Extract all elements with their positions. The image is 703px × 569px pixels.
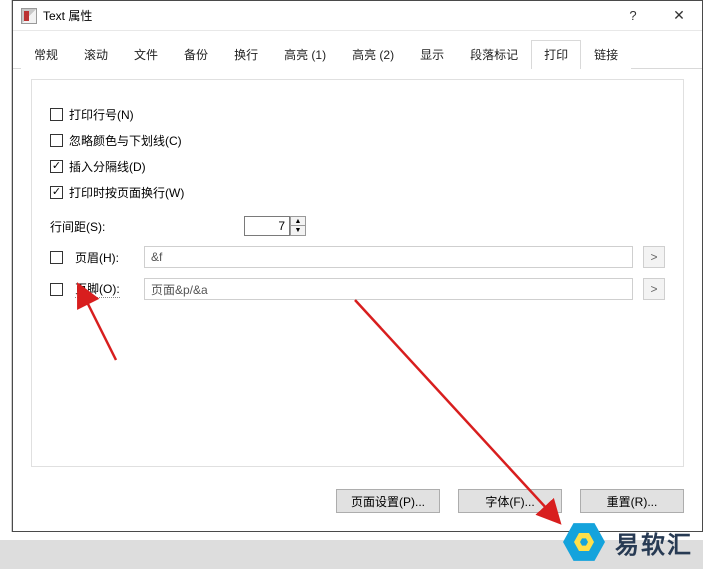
tabstrip: 常规 滚动 文件 备份 换行 高亮 (1) 高亮 (2) 显示 段落标记 打印 … <box>13 31 702 69</box>
tab-display[interactable]: 显示 <box>407 40 457 69</box>
help-button[interactable]: ? <box>610 1 656 31</box>
option-print-line-numbers[interactable]: 打印行号(N) <box>50 102 665 126</box>
header-input[interactable] <box>144 246 633 268</box>
print-panel: 打印行号(N) 忽略颜色与下划线(C) 插入分隔线(D) 打印时按页面换行(W)… <box>31 79 684 467</box>
option-wrap-by-page[interactable]: 打印时按页面换行(W) <box>50 180 665 204</box>
tab-scroll[interactable]: 滚动 <box>71 40 121 69</box>
dialog-window: Text 属性 ? ✕ 常规 滚动 文件 备份 换行 高亮 (1) 高亮 (2)… <box>12 0 703 532</box>
line-spacing-input[interactable] <box>244 216 290 236</box>
tab-wrap[interactable]: 换行 <box>221 40 271 69</box>
tab-file[interactable]: 文件 <box>121 40 171 69</box>
tab-print[interactable]: 打印 <box>531 40 581 69</box>
option-label: 打印行号(N) <box>69 106 134 123</box>
close-button[interactable]: ✕ <box>656 1 702 31</box>
tab-link[interactable]: 链接 <box>581 40 631 69</box>
checkbox-icon <box>50 186 63 199</box>
footer-input[interactable] <box>144 278 633 300</box>
titlebar: Text 属性 ? ✕ <box>13 1 702 31</box>
option-ignore-color-underline[interactable]: 忽略颜色与下划线(C) <box>50 128 665 152</box>
tab-highlight2[interactable]: 高亮 (2) <box>339 40 407 69</box>
tab-paragraph[interactable]: 段落标记 <box>457 40 531 69</box>
line-spacing-label: 行间距(S): <box>50 218 118 235</box>
checkbox-icon <box>50 108 63 121</box>
option-insert-separator[interactable]: 插入分隔线(D) <box>50 154 665 178</box>
header-checkbox[interactable] <box>50 251 63 264</box>
font-button[interactable]: 字体(F)... <box>458 489 562 513</box>
header-label: 页眉(H): <box>75 249 119 266</box>
tab-highlight1[interactable]: 高亮 (1) <box>271 40 339 69</box>
page-setup-button[interactable]: 页面设置(P)... <box>336 489 440 513</box>
checkbox-icon <box>50 160 63 173</box>
footer-label: 页脚(O): <box>75 280 120 298</box>
option-label: 忽略颜色与下划线(C) <box>69 132 182 149</box>
footer-more-button[interactable]: > <box>643 278 665 300</box>
header-row: 页眉(H): > <box>50 246 665 268</box>
dialog-buttons: 页面设置(P)... 字体(F)... 重置(R)... <box>336 489 684 513</box>
option-label: 插入分隔线(D) <box>69 158 146 175</box>
reset-button[interactable]: 重置(R)... <box>580 489 684 513</box>
window-title: Text 属性 <box>43 7 92 24</box>
tab-general[interactable]: 常规 <box>21 40 71 69</box>
checkbox-icon <box>50 134 63 147</box>
app-icon <box>21 8 37 24</box>
tab-backup[interactable]: 备份 <box>171 40 221 69</box>
spin-down-button[interactable]: ▼ <box>290 226 306 236</box>
spin-up-button[interactable]: ▲ <box>290 216 306 226</box>
line-spacing-row: 行间距(S): ▲ ▼ <box>50 216 665 236</box>
footer-checkbox[interactable] <box>50 283 63 296</box>
footer-row: 页脚(O): > <box>50 278 665 300</box>
option-label: 打印时按页面换行(W) <box>69 184 184 201</box>
header-more-button[interactable]: > <box>643 246 665 268</box>
